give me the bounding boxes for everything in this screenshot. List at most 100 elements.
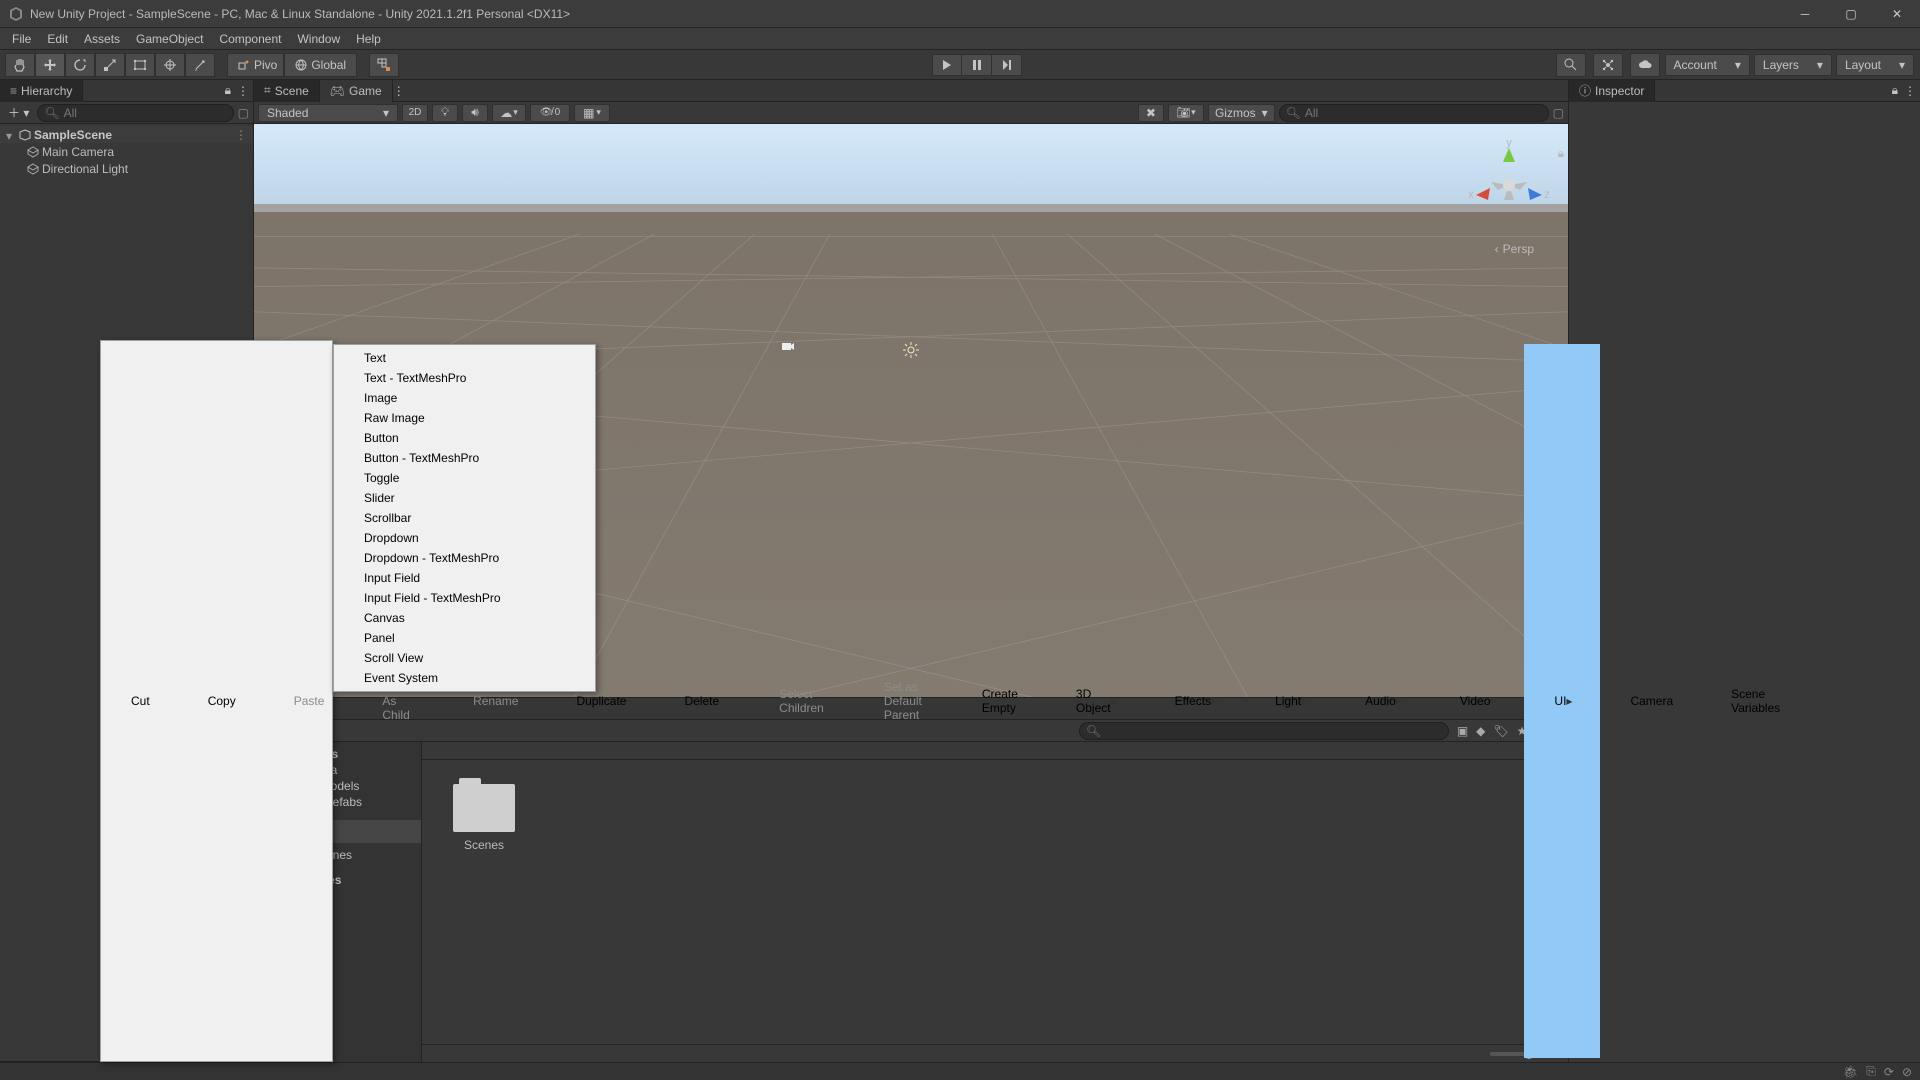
foldout-icon[interactable]: ▾ (6, 129, 18, 141)
context-menu-item[interactable]: Create Empty (952, 344, 1046, 1058)
context-submenu-item[interactable]: Text (334, 348, 595, 368)
toggle-grid[interactable]: ▦▾ (574, 104, 610, 122)
tool-hand[interactable] (5, 53, 35, 77)
audio-icon: 🔊︎ (471, 105, 479, 120)
pivot-toggle[interactable]: Pivo (227, 53, 284, 77)
context-submenu-item[interactable]: Text - TextMeshPro (334, 368, 595, 388)
context-submenu-item[interactable]: Dropdown (334, 528, 595, 548)
tab-game[interactable]: 🎮︎Game (320, 80, 393, 102)
context-submenu-item[interactable]: Canvas (334, 608, 595, 628)
toggle-lighting[interactable]: 💡︎ (432, 104, 458, 122)
status-icon[interactable]: 🐞︎ (1843, 1065, 1858, 1079)
kebab-icon[interactable]: ⋮ (1904, 84, 1916, 98)
cloud-button[interactable] (1630, 53, 1660, 77)
context-menu-item[interactable]: Scene Variables (1701, 344, 1808, 1058)
menu-gameobject[interactable]: GameObject (128, 30, 211, 48)
gizmos-dropdown[interactable]: Gizmos▾ (1208, 104, 1275, 122)
context-submenu-item[interactable]: Slider (334, 488, 595, 508)
kebab-icon[interactable]: ⋮ (235, 128, 253, 142)
context-submenu-item[interactable]: Dropdown - TextMeshPro (334, 548, 595, 568)
kebab-icon[interactable]: ⋮ (393, 84, 405, 98)
context-submenu-item[interactable]: Panel (334, 628, 595, 648)
tool-rotate[interactable] (65, 53, 95, 77)
context-submenu-item[interactable]: Input Field - TextMeshPro (334, 588, 595, 608)
unity-scene-icon (18, 128, 32, 142)
context-menu-item[interactable]: Audio▸ (1335, 344, 1430, 1058)
context-submenu-item[interactable]: Scrollbar (334, 508, 595, 528)
snap-toggle[interactable] (369, 53, 399, 77)
account-dropdown[interactable]: Account▾ (1665, 54, 1750, 76)
global-toggle[interactable]: Global (284, 53, 357, 77)
create-dropdown[interactable]: ＋ ▾ (4, 104, 33, 121)
play-button[interactable] (932, 54, 962, 76)
hierarchy-tab[interactable]: ≡Hierarchy (0, 80, 83, 102)
pause-button[interactable] (962, 54, 992, 76)
kebab-icon[interactable]: ⋮ (237, 84, 249, 98)
tool-move[interactable] (35, 53, 65, 77)
hierarchy-search[interactable]: 🔍︎All (37, 104, 233, 122)
context-submenu-item[interactable]: Raw Image (334, 408, 595, 428)
scene-search[interactable]: 🔍︎All (1279, 104, 1549, 122)
lock-icon[interactable]: 🔒︎ (225, 83, 231, 98)
menu-file[interactable]: File (4, 30, 39, 48)
context-submenu-item[interactable]: Button (334, 428, 595, 448)
menu-edit[interactable]: Edit (39, 30, 76, 48)
orientation-gizmo[interactable]: y x z (1464, 140, 1554, 230)
status-icon[interactable]: ⎘ (1866, 1064, 1876, 1079)
search-settings-icon[interactable]: ▢ (238, 106, 249, 120)
tool-scale[interactable] (95, 53, 125, 77)
toggle-hidden[interactable]: 👁︎̸0 (530, 104, 570, 122)
context-menu-item[interactable]: Copy (178, 344, 264, 1058)
inspector-tab[interactable]: ⓘInspector (1569, 80, 1655, 102)
menu-component[interactable]: Component (211, 30, 289, 48)
context-menu[interactable]: CutCopyPastePaste As ChildRenameDuplicat… (100, 340, 333, 1062)
hierarchy-icon: ≡ (10, 84, 17, 98)
context-menu-item[interactable]: UI▸ (1524, 344, 1600, 1058)
context-menu-item[interactable]: Video▸ (1430, 344, 1525, 1058)
context-menu-item[interactable]: Camera (1600, 344, 1701, 1058)
menu-assets[interactable]: Assets (76, 30, 128, 48)
scene-row[interactable]: ▾ SampleScene ⋮ (0, 126, 253, 143)
menu-window[interactable]: Window (289, 30, 348, 48)
window-maximize-button[interactable]: ▢ (1828, 0, 1874, 28)
context-menu-item[interactable]: Light▸ (1245, 344, 1335, 1058)
tools-icon[interactable]: ✖ (1138, 104, 1164, 122)
context-submenu[interactable]: TextText - TextMeshProImageRaw ImageButt… (333, 344, 596, 692)
context-submenu-item[interactable]: Toggle (334, 468, 595, 488)
tool-rect[interactable] (125, 53, 155, 77)
context-menu-item[interactable]: Effects▸ (1145, 344, 1246, 1058)
search-button[interactable] (1556, 53, 1586, 77)
toggle-audio[interactable]: 🔊︎ (462, 104, 488, 122)
toggle-fx[interactable]: ☁︎▾ (492, 104, 526, 122)
context-submenu-item[interactable]: Image (334, 388, 595, 408)
layout-dropdown[interactable]: Layout▾ (1836, 54, 1914, 76)
perspective-label[interactable]: ‹Persp (1495, 242, 1534, 256)
hierarchy-item[interactable]: Directional Light (0, 160, 253, 177)
step-button[interactable] (992, 54, 1022, 76)
collab-button[interactable] (1593, 53, 1623, 77)
context-menu-item[interactable]: 3D Object▸ (1046, 344, 1145, 1058)
window-minimize-button[interactable]: ─ (1782, 0, 1828, 28)
context-submenu-item[interactable]: Button - TextMeshPro (334, 448, 595, 468)
menu-help[interactable]: Help (348, 30, 389, 48)
tool-transform[interactable] (155, 53, 185, 77)
search-settings-icon[interactable]: ▢ (1553, 106, 1564, 120)
status-icon[interactable]: ⊘ (1902, 1065, 1912, 1079)
hierarchy-item[interactable]: Main Camera (0, 143, 253, 160)
lock-icon[interactable]: 🔒︎ (1892, 83, 1898, 98)
context-menu-item[interactable]: Delete (654, 344, 747, 1058)
gizmo-lock-icon[interactable]: 🔒︎ (1558, 146, 1564, 161)
context-menu-item[interactable]: Cut (101, 344, 178, 1058)
context-submenu-item[interactable]: Event System (334, 668, 595, 688)
camera-settings[interactable]: 📷︎▾ (1168, 104, 1204, 122)
draw-mode-dropdown[interactable]: Shaded▾ (258, 104, 398, 122)
status-icon[interactable]: ⟳ (1884, 1065, 1894, 1079)
layers-dropdown[interactable]: Layers▾ (1754, 54, 1832, 76)
menubar: File Edit Assets GameObject Component Wi… (0, 28, 1920, 50)
context-submenu-item[interactable]: Input Field (334, 568, 595, 588)
context-submenu-item[interactable]: Scroll View (334, 648, 595, 668)
tab-scene[interactable]: ⌗Scene (254, 80, 320, 102)
tool-custom[interactable] (185, 53, 215, 77)
window-close-button[interactable]: ✕ (1874, 0, 1920, 28)
toggle-2d[interactable]: 2D (402, 104, 428, 122)
